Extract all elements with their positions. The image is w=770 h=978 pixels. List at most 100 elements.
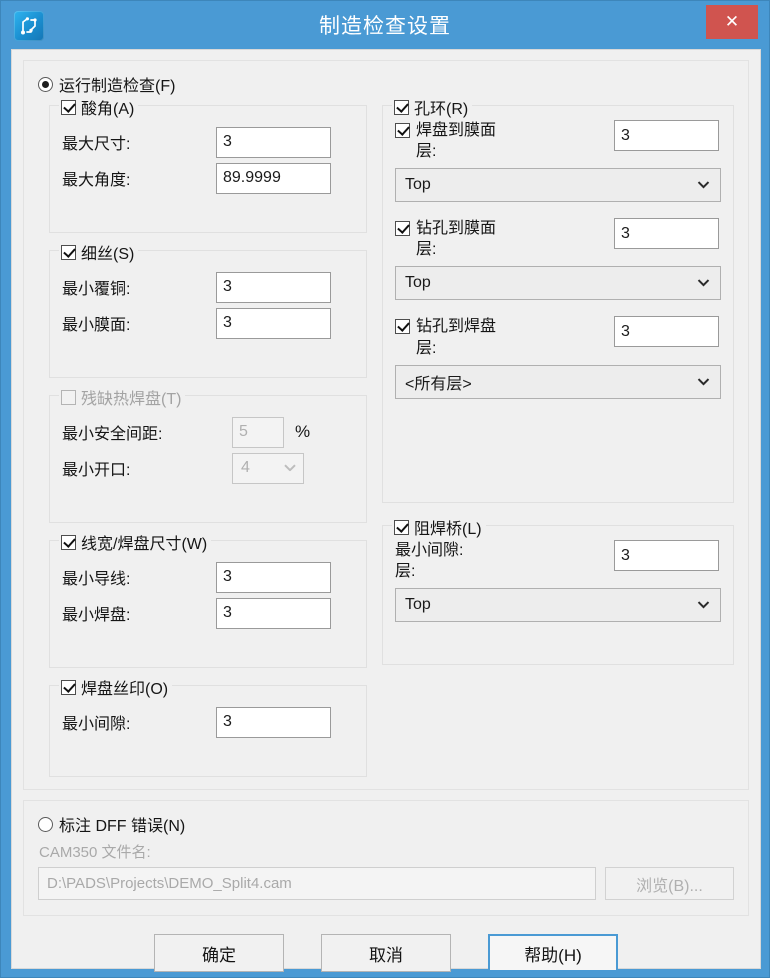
min-clearance-input[interactable] bbox=[232, 416, 284, 448]
solder-bridge-label: 最小间隙: 层: bbox=[395, 542, 464, 581]
min-opening-value: 4 bbox=[241, 459, 250, 476]
radio-indicator bbox=[38, 76, 53, 92]
pad-to-mask-input[interactable] bbox=[614, 120, 719, 151]
field-row: 最小导线: bbox=[62, 559, 354, 595]
drill-to-pad-layer-value: <所有层> bbox=[405, 375, 472, 393]
field-label: 最小安全间距: bbox=[62, 426, 163, 443]
field-label: 最小膜面: bbox=[62, 317, 131, 334]
drill-to-pad-value-wrap bbox=[614, 316, 719, 348]
solder-bridge-min-gap-input[interactable] bbox=[614, 540, 719, 571]
group-width-pad-size: 线宽/焊盘尺寸(W) 最小导线: 最小焊盘: bbox=[49, 530, 367, 668]
field-label: 最小开口: bbox=[62, 462, 131, 479]
checkbox-width-pad-size[interactable] bbox=[61, 534, 76, 550]
min-pad-input[interactable] bbox=[216, 597, 331, 629]
pad-to-mask-label: 焊盘到膜面 层: bbox=[416, 122, 497, 161]
group-width-pad-size-label: 线宽/焊盘尺寸(W) bbox=[81, 536, 208, 553]
field-row: 最大角度: bbox=[62, 160, 354, 196]
window-title: 制造检查设置 bbox=[319, 15, 451, 38]
dialog-footer: 确定 取消 帮助(H) bbox=[12, 934, 760, 972]
field-row: 最小间隙: bbox=[62, 704, 354, 740]
group-acid-traps: 酸角(A) 最大尺寸: 最大角度: bbox=[49, 95, 367, 233]
group-solder-mask-bridge: 阻焊桥(L) 最小间隙:层: Top bbox=[382, 515, 734, 665]
min-mask-input[interactable] bbox=[216, 307, 331, 339]
drill-to-mask-label: 钻孔到膜面 层: bbox=[416, 220, 497, 259]
group-pad-silkscreen-header[interactable]: 焊盘丝印(O) bbox=[59, 675, 173, 699]
field-label: 最小覆铜: bbox=[62, 281, 131, 298]
solder-bridge-layer-value: Top bbox=[405, 596, 431, 614]
annular-block-drill-to-mask: 钻孔到膜面层: Top bbox=[395, 218, 721, 301]
dff-file-row: D:\PADS\Projects\DEMO_Split4.cam 浏览(B)..… bbox=[38, 867, 734, 900]
checkbox-slivers[interactable] bbox=[61, 244, 76, 260]
field-label: 最大角度: bbox=[62, 172, 131, 189]
field-label: 最大尺寸: bbox=[62, 136, 131, 153]
group-solder-mask-bridge-label: 阻焊桥(L) bbox=[414, 521, 482, 538]
cam350-path-input[interactable]: D:\PADS\Projects\DEMO_Split4.cam bbox=[38, 867, 596, 900]
group-starved-thermals: 残缺热焊盘(T) 最小安全间距: % 最小开口: 4 bbox=[49, 385, 367, 523]
checkbox-annular-ring[interactable] bbox=[394, 99, 409, 115]
drill-to-mask-layer-value: Top bbox=[405, 274, 431, 292]
pad-to-mask-value-wrap bbox=[614, 120, 719, 151]
min-trace-input[interactable] bbox=[216, 561, 331, 593]
field-row: 最大尺寸: bbox=[62, 124, 354, 160]
drill-to-mask-input[interactable] bbox=[614, 218, 719, 250]
drill-to-pad-label: 钻孔到焊盘 层: bbox=[416, 318, 497, 357]
field-label: 最小导线: bbox=[62, 571, 131, 588]
chevron-down-icon bbox=[697, 181, 710, 189]
field-row: 最小膜面: bbox=[62, 305, 354, 341]
group-acid-traps-label: 酸角(A) bbox=[81, 101, 135, 118]
max-size-input[interactable] bbox=[216, 126, 331, 158]
drill-to-pad-layer-combo[interactable]: <所有层> bbox=[395, 364, 721, 399]
title-bar: 制造检查设置 ✕ bbox=[1, 1, 769, 49]
pad-to-mask-layer-combo[interactable]: Top bbox=[395, 168, 721, 203]
solder-bridge-block: 最小间隙:层: Top bbox=[395, 540, 721, 623]
min-gap-silkscreen-input[interactable] bbox=[216, 706, 331, 738]
group-pad-silkscreen: 焊盘丝印(O) 最小间隙: bbox=[49, 675, 367, 777]
min-opening-combo[interactable]: 4 bbox=[232, 452, 304, 484]
group-slivers-header[interactable]: 细丝(S) bbox=[59, 240, 139, 264]
solder-bridge-layer-combo[interactable]: Top bbox=[395, 588, 721, 623]
group-annular-ring-header[interactable]: 孔环(R) bbox=[392, 95, 473, 119]
group-annular-ring-label: 孔环(R) bbox=[414, 101, 469, 118]
mark-dff-errors-radio[interactable]: 标注 DFF 错误(N) bbox=[38, 812, 734, 836]
min-copper-input[interactable] bbox=[216, 271, 331, 303]
help-button[interactable]: 帮助(H) bbox=[488, 934, 618, 972]
drill-to-mask-layer-combo[interactable]: Top bbox=[395, 266, 721, 301]
group-width-pad-size-header[interactable]: 线宽/焊盘尺寸(W) bbox=[59, 530, 212, 554]
drill-to-pad-input[interactable] bbox=[614, 316, 719, 348]
right-column: 孔环(R) 焊盘到膜面层: Top bbox=[382, 95, 734, 682]
checkbox-drill-to-pad[interactable] bbox=[395, 319, 410, 335]
close-icon[interactable]: ✕ bbox=[706, 5, 758, 39]
dff-errors-panel: 标注 DFF 错误(N) CAM350 文件名: D:\PADS\Project… bbox=[23, 800, 749, 916]
run-manufacturing-check-radio[interactable]: 运行制造检查(F) bbox=[38, 72, 175, 96]
manufacturing-checks-panel: 运行制造检查(F) 酸角(A) 最大尺寸: 最大角度: bbox=[23, 60, 749, 790]
field-row: 最小覆铜: bbox=[62, 269, 354, 305]
field-row: 最小焊盘: bbox=[62, 595, 354, 631]
field-row: 最小开口: 4 bbox=[62, 450, 354, 486]
cam350-filename-label: CAM350 文件名: bbox=[39, 844, 151, 861]
checkbox-starved-thermals[interactable] bbox=[61, 389, 76, 405]
cancel-button[interactable]: 取消 bbox=[321, 934, 451, 972]
browse-button[interactable]: 浏览(B)... bbox=[605, 867, 734, 900]
max-angle-input[interactable] bbox=[216, 162, 331, 194]
mark-dff-errors-label: 标注 DFF 错误(N) bbox=[59, 818, 186, 835]
group-starved-thermals-label: 残缺热焊盘(T) bbox=[81, 391, 182, 408]
chevron-down-icon bbox=[697, 378, 710, 386]
chevron-down-icon bbox=[697, 601, 710, 609]
percent-unit-label: % bbox=[295, 422, 311, 441]
group-solder-mask-bridge-header[interactable]: 阻焊桥(L) bbox=[392, 515, 486, 539]
ok-button[interactable]: 确定 bbox=[154, 934, 284, 972]
group-annular-ring: 孔环(R) 焊盘到膜面层: Top bbox=[382, 95, 734, 503]
group-starved-thermals-header[interactable]: 残缺热焊盘(T) bbox=[59, 385, 186, 409]
pcb-trace-icon bbox=[14, 11, 44, 41]
chevron-down-icon bbox=[697, 279, 710, 287]
field-label: 最小焊盘: bbox=[62, 607, 131, 624]
checkbox-drill-to-mask[interactable] bbox=[395, 221, 410, 237]
group-pad-silkscreen-label: 焊盘丝印(O) bbox=[81, 681, 169, 698]
checkbox-solder-mask-bridge[interactable] bbox=[394, 519, 409, 535]
checkbox-pad-silkscreen[interactable] bbox=[61, 679, 76, 695]
radio-indicator bbox=[38, 816, 53, 832]
checkbox-acid-traps[interactable] bbox=[61, 99, 76, 115]
drill-to-mask-value-wrap bbox=[614, 218, 719, 250]
checkbox-pad-to-mask[interactable] bbox=[395, 123, 410, 138]
group-acid-traps-header[interactable]: 酸角(A) bbox=[59, 95, 139, 119]
